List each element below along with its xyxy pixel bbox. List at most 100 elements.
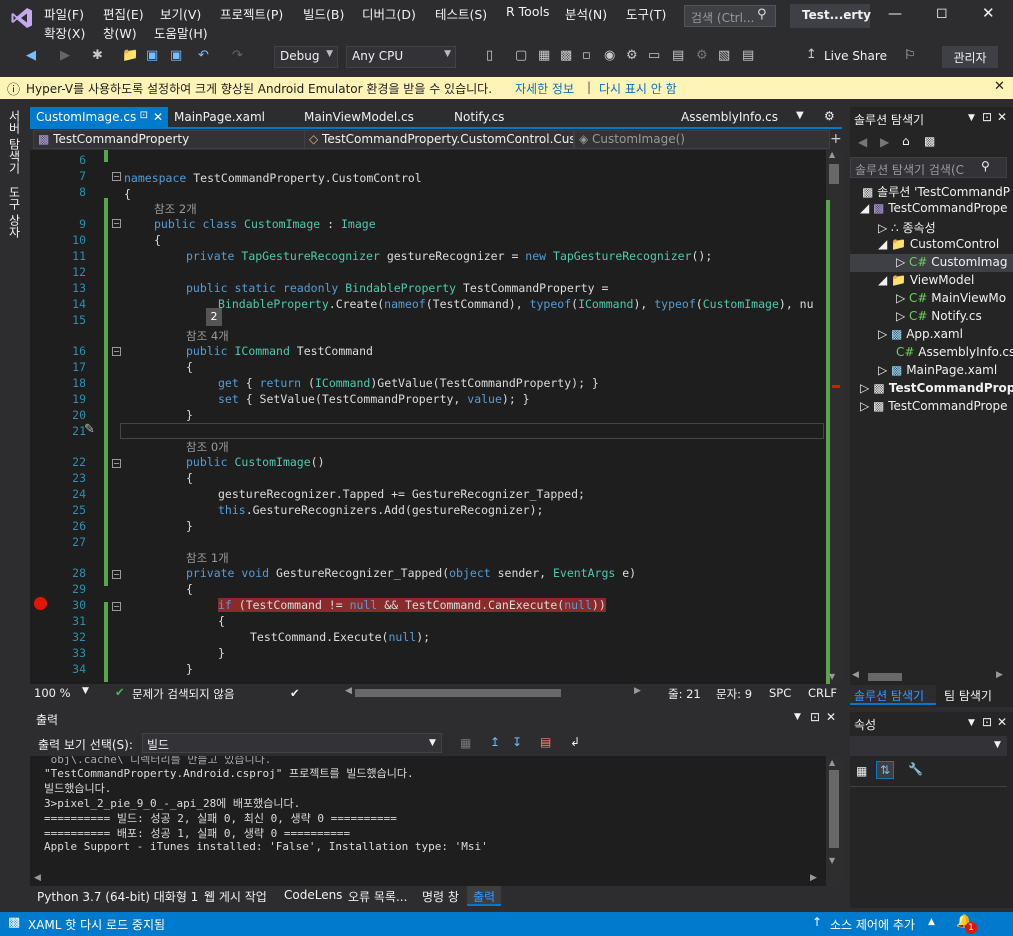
scroll-down-icon[interactable]: ▼ [829,672,835,681]
undo-icon[interactable]: ↶ [198,48,209,63]
solution-search[interactable]: 솔루션 탐색기 검색(C ⚲ [850,157,1007,178]
panel-icon[interactable]: ▤ [742,48,754,63]
new-project-icon[interactable]: ✱ [92,48,103,63]
toolbox-tab[interactable]: 도구 상자 [6,186,23,238]
tab-assemblyinfo[interactable]: AssemblyInfo.cs [675,107,784,128]
output-source-select[interactable]: 빌드 ▼ [142,733,442,753]
codelens-refs[interactable]: 참조 2개 [154,201,197,217]
menu-project[interactable]: 프로젝트(P) [220,4,283,23]
gear-icon[interactable]: ⚙ [696,48,708,63]
live-share-label[interactable]: Live Share [824,49,887,63]
hscroll-thumb[interactable] [868,673,902,681]
tab-team-explorer[interactable]: 팀 탐색기 [944,687,992,704]
hscroll-thumb[interactable] [355,689,561,697]
close-icon[interactable]: ✕ [982,4,995,22]
device-icon[interactable]: ▯ [486,48,493,63]
menu-view[interactable]: 보기(V) [160,4,201,23]
fold-icon[interactable]: − [112,347,121,356]
collapse-icon[interactable]: ▷ [860,381,873,395]
monitor-icon[interactable]: ▭ [648,48,660,63]
chevron-down-icon[interactable]: ▼ [968,718,975,728]
menu-test[interactable]: 테스트(S) [435,4,487,23]
tab-solution-explorer[interactable]: 솔루션 탐색기 [850,685,936,705]
menu-help[interactable]: 도움말(H) [154,23,208,42]
home-icon[interactable]: ⌂ [902,134,910,148]
code-editor[interactable]: 6 7 8 9 10 11 12 13 14 15 16 17 18 19 20 21 22 23 24 25 26 27… [30,150,842,684]
menu-file[interactable]: 파일(F) [44,4,84,23]
pin-icon[interactable]: ⊡ [982,110,992,124]
collapse-icon[interactable]: ▷ [896,291,909,305]
issues-status[interactable]: 문제가 검색되지 않음 [132,686,235,702]
chevron-down-icon[interactable]: ▼ [82,686,89,696]
collapse-icon[interactable]: ▷ [896,309,909,323]
codelens-refs[interactable]: 참조 4개 [186,328,229,344]
fold-icon[interactable]: − [112,219,121,228]
grid-icon[interactable]: ▧ [718,48,730,63]
breakpoint-icon[interactable] [34,597,47,610]
tree-item-customimage[interactable]: ▷ C# CustomImag [896,255,1007,269]
tab-web-publish[interactable]: 웹 게시 작업 [204,888,267,905]
menu-debug[interactable]: 디버그(D) [362,4,416,23]
menu-analyze[interactable]: 분석(N) [565,4,607,23]
tree-item-app[interactable]: ▷ ▩ App.xaml [878,327,963,341]
config-select[interactable]: Debug ▼ [274,46,338,68]
close-icon[interactable]: ✕ [997,110,1007,124]
close-icon[interactable]: ✕ [997,715,1007,729]
scroll-down-icon[interactable]: ▼ [829,856,835,865]
tab-mainpage[interactable]: MainPage.xaml [168,107,271,128]
codelens-refs[interactable]: 참조 0개 [186,439,229,455]
settings-icon[interactable]: ⚙ [626,48,638,63]
forward-icon[interactable]: ▶ [880,135,889,149]
close-icon[interactable]: ✕ [826,710,836,724]
zoom-level[interactable]: 100 % [34,686,71,700]
tree-item-assemblyinfo[interactable]: C# AssemblyInfo.cs [896,345,1013,359]
platform-select[interactable]: Any CPU ▼ [346,46,456,68]
minimize-icon[interactable]: — [888,6,902,22]
collapse-icon[interactable]: ▷ [878,363,891,377]
tree-item-viewmodel[interactable]: ◢ 📁 ViewModel [878,273,974,287]
tree-item-android-project[interactable]: ▷ ▩ TestCommandProp [860,381,1013,395]
menu-window[interactable]: 창(W) [103,23,137,42]
codelens-refs[interactable]: 참조 1개 [186,550,229,566]
save-all-icon[interactable]: ▣ [170,48,182,63]
dont-show-link[interactable]: 다시 표시 안 함 [599,80,677,97]
admin-button[interactable]: 관리자 [942,46,998,68]
tree-item-customcontrol[interactable]: ◢ 📁 CustomControl [878,237,999,251]
layout-icon[interactable]: ▤ [672,48,684,63]
scroll-up-icon[interactable]: ▲ [829,758,835,767]
output-scrollbar[interactable]: ▲ ▼ [826,756,842,886]
tab-output[interactable]: 출력 [467,886,501,906]
word-wrap-icon[interactable]: ↲ [570,735,580,749]
tab-error-list[interactable]: 오류 목록... [348,888,407,905]
whitespace-indicator[interactable]: SPC [769,686,791,700]
tab-command-window[interactable]: 명령 창 [422,888,459,905]
back-icon[interactable]: ◀ [858,135,867,149]
pin-icon[interactable]: ⊡ [140,110,148,121]
menu-tools[interactable]: 도구(T) [626,4,666,23]
live-share-icon[interactable]: ↥ [806,47,817,62]
collapse-icon[interactable]: ▷ [878,221,891,235]
feedback-icon[interactable]: ⚐ [904,48,916,63]
back-icon[interactable]: ◀ [26,48,36,63]
switch-views-icon[interactable]: ▩ [924,134,935,148]
collapse-icon[interactable]: ▷ [860,399,873,413]
scroll-right-icon[interactable]: ▶ [996,670,1003,680]
project-dropdown[interactable]: ▩ TestCommandProperty [33,130,318,149]
arrow-up-icon[interactable]: ↑ [812,915,822,929]
scroll-left-icon[interactable]: ◀ [34,873,41,883]
tree-item-dependencies[interactable]: ▷ ∴ 종속성 [878,219,936,236]
tree-item-ios-project[interactable]: ▷ ▩ TestCommandPrope [860,399,1008,413]
member-dropdown[interactable]: ◈ CustomImage() [574,130,830,149]
tree-item-mainviewmodel[interactable]: ▷ C# MainViewMo [896,291,1006,305]
scroll-left-icon[interactable]: ◀ [345,686,352,696]
type-dropdown[interactable]: ◇ TestCommandProperty.CustomControl.Cust [304,130,574,149]
save-icon[interactable]: ▣ [146,48,158,63]
tab-close-icon[interactable]: ✕ [153,110,163,124]
tab-mainviewmodel[interactable]: MainViewModel.cs [298,107,420,128]
line-ending-indicator[interactable]: CRLF [808,686,837,700]
tab-codelens[interactable]: CodeLens [284,888,342,902]
collapse-icon[interactable]: ▷ [896,255,909,269]
info-close-icon[interactable]: ✕ [994,79,1005,94]
fold-icon[interactable]: − [112,172,121,181]
maximize-icon[interactable]: ◻ [936,5,948,21]
